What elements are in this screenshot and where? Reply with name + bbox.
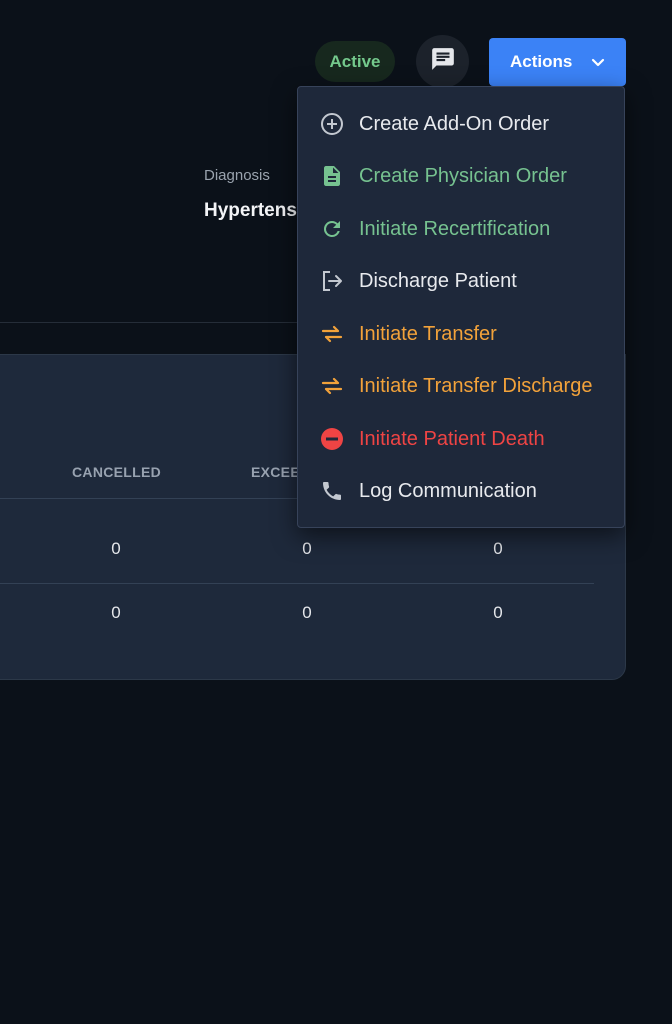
menu-item-label: Create Add-On Order xyxy=(359,112,550,135)
table-cell: 0 xyxy=(111,539,121,558)
document-icon xyxy=(320,164,344,188)
menu-item-create-add-on-order[interactable]: Create Add-On Order xyxy=(298,98,624,150)
menu-item-log-communication[interactable]: Log Communication xyxy=(298,465,624,517)
column-header-cancelled: CANCELLED xyxy=(72,464,162,480)
chat-icon xyxy=(430,46,456,77)
table-cell: 0 xyxy=(302,539,312,558)
menu-item-initiate-transfer-discharge[interactable]: Initiate Transfer Discharge xyxy=(298,360,624,412)
actions-menu: Create Add-On Order Create Physician Ord… xyxy=(297,86,625,528)
status-badge: Active xyxy=(315,41,395,82)
menu-item-initiate-transfer[interactable]: Initiate Transfer xyxy=(298,308,624,360)
table-cell: 0 xyxy=(493,539,503,558)
actions-label: Actions xyxy=(510,52,573,71)
menu-item-label: Initiate Recertification xyxy=(359,217,551,240)
table-cell: 0 xyxy=(302,603,312,622)
menu-item-label: Initiate Patient Death xyxy=(359,427,545,450)
chevron-down-icon xyxy=(590,54,606,75)
table-row-divider xyxy=(0,583,594,584)
menu-item-create-physician-order[interactable]: Create Physician Order xyxy=(298,150,624,202)
menu-item-initiate-recertification[interactable]: Initiate Recertification xyxy=(298,203,624,255)
menu-item-label: Create Physician Order xyxy=(359,164,567,187)
minus-circle-icon xyxy=(320,427,344,451)
swap-arrows-icon xyxy=(320,322,344,346)
menu-item-label: Discharge Patient xyxy=(359,269,517,292)
menu-item-label: Initiate Transfer xyxy=(359,322,497,345)
table-cell: 0 xyxy=(111,603,121,622)
chat-button[interactable] xyxy=(416,35,469,88)
diagnosis-label: Diagnosis xyxy=(204,167,270,184)
menu-item-label: Log Communication xyxy=(359,479,537,502)
actions-button[interactable]: Actions xyxy=(489,38,626,86)
add-circle-icon xyxy=(320,112,344,136)
phone-icon xyxy=(320,479,344,503)
menu-item-label: Initiate Transfer Discharge xyxy=(359,374,593,397)
swap-arrows-icon xyxy=(320,374,344,398)
table-cell: 0 xyxy=(493,603,503,622)
exit-icon xyxy=(320,269,344,293)
refresh-icon xyxy=(320,217,344,241)
menu-item-discharge-patient[interactable]: Discharge Patient xyxy=(298,255,624,307)
menu-item-initiate-patient-death[interactable]: Initiate Patient Death xyxy=(298,413,624,465)
